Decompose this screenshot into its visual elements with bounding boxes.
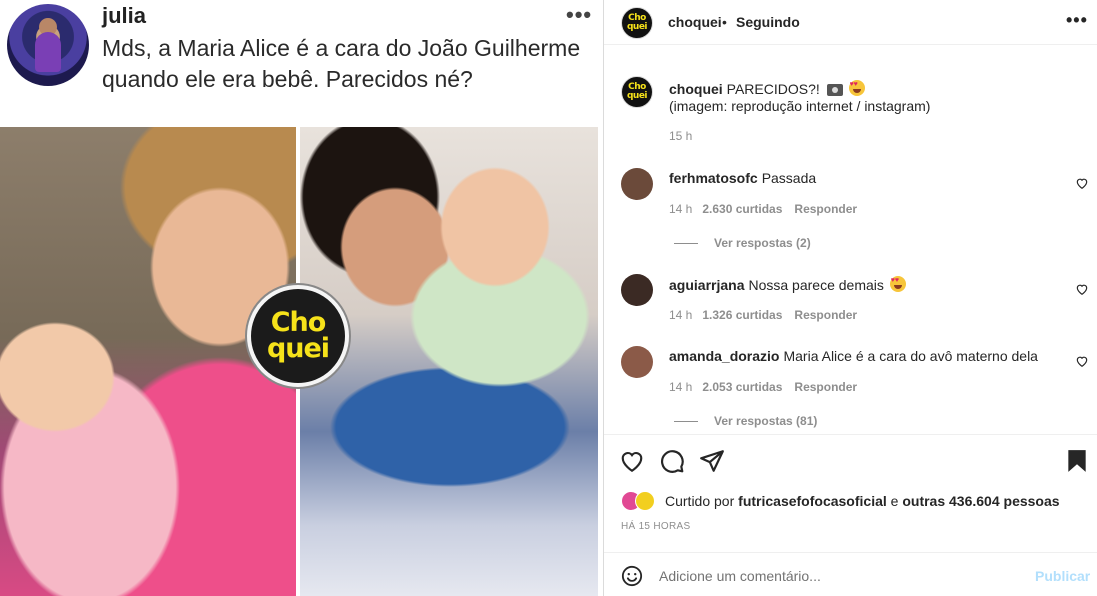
action-bar xyxy=(604,445,1097,475)
caption-text: PARECIDOS?! xyxy=(726,81,820,97)
comment-likes[interactable]: 2.630 curtidas xyxy=(702,202,782,216)
commenter-username[interactable]: ferhmatosofc xyxy=(669,170,758,186)
comment-likes[interactable]: 1.326 curtidas xyxy=(702,308,782,322)
heart-icon[interactable] xyxy=(619,448,645,474)
tweet-more-icon: ••• xyxy=(566,2,593,27)
heart-icon[interactable] xyxy=(1075,354,1089,368)
comment-time[interactable]: 14 h xyxy=(669,380,692,394)
tweet-username: julia xyxy=(102,3,147,28)
post-caption: Choquei choqueiPARECIDOS?! (imagem: repr… xyxy=(604,62,1097,152)
commenter-avatar[interactable] xyxy=(621,346,653,378)
comment-time[interactable]: 14 h xyxy=(669,308,692,322)
photo-left xyxy=(0,127,296,596)
comment-bar: Publicar xyxy=(604,552,1097,596)
commenter-avatar[interactable] xyxy=(621,274,653,306)
liker-username[interactable]: futricasefofocasoficial xyxy=(738,493,887,509)
caption-credit: (imagem: reprodução internet / instagram… xyxy=(669,98,931,114)
post-header: Cho quei choquei • Seguindo ••• xyxy=(604,0,1097,44)
camera-emoji-icon xyxy=(826,84,843,96)
reply-button[interactable]: Responder xyxy=(794,380,857,394)
bookmark-icon[interactable] xyxy=(1064,448,1090,474)
author-username[interactable]: choquei xyxy=(668,14,722,30)
comment-time[interactable]: 14 h xyxy=(669,202,692,216)
comment-input[interactable] xyxy=(659,563,1019,589)
comment-icon[interactable] xyxy=(659,448,685,474)
commenter-username[interactable]: aguiarrjana xyxy=(669,277,744,293)
header-separator: • xyxy=(722,14,727,30)
heart-eyes-emoji-icon xyxy=(848,80,865,96)
photo-right xyxy=(300,127,598,596)
heart-eyes-emoji-icon xyxy=(889,276,906,292)
heart-icon[interactable] xyxy=(1075,282,1089,296)
caption-time[interactable]: 15 h xyxy=(669,129,692,143)
tweet-screenshot-header: julia ••• Mds, a Maria Alice é a cara do… xyxy=(0,0,603,127)
follow-status-button[interactable]: Seguindo xyxy=(736,14,800,30)
liker-avatar xyxy=(635,491,655,511)
likes-count-button[interactable]: outras 436.604 pessoas xyxy=(902,493,1059,509)
commenter-avatar[interactable] xyxy=(621,168,653,200)
post-comment-button[interactable]: Publicar xyxy=(1035,568,1090,584)
comment-text: Passada xyxy=(761,170,817,186)
caption-avatar[interactable]: Cho quei xyxy=(621,76,653,108)
reply-button[interactable]: Responder xyxy=(794,308,857,322)
caption-username[interactable]: choquei xyxy=(669,81,723,97)
tweet-avatar xyxy=(7,4,89,86)
heart-icon[interactable] xyxy=(1075,176,1089,190)
post-media[interactable]: julia ••• Mds, a Maria Alice é a cara do… xyxy=(0,0,603,596)
choquei-watermark-logo: Cho quei xyxy=(247,285,349,387)
post-time[interactable]: HÁ 15 HORAS xyxy=(621,521,690,532)
emoji-icon[interactable] xyxy=(621,565,643,587)
comment-text: Maria Alice é a cara do avô materno dela xyxy=(783,348,1038,364)
comment-text: Nossa parece demais xyxy=(748,277,884,293)
post-side-panel: Cho quei choquei • Seguindo ••• Cho quei c… xyxy=(604,0,1097,596)
reply-button[interactable]: Responder xyxy=(794,202,857,216)
view-replies-button[interactable]: Ver respostas (81) xyxy=(674,414,817,428)
more-options-icon[interactable]: ••• xyxy=(1066,10,1088,31)
send-icon[interactable] xyxy=(699,448,725,474)
commenter-username[interactable]: amanda_dorazio xyxy=(669,348,779,364)
view-replies-button[interactable]: Ver respostas (2) xyxy=(674,236,811,250)
author-avatar[interactable]: Cho quei xyxy=(621,7,653,39)
tweet-text: Mds, a Maria Alice é a cara do João Guil… xyxy=(102,35,581,92)
comment-likes[interactable]: 2.053 curtidas xyxy=(702,380,782,394)
